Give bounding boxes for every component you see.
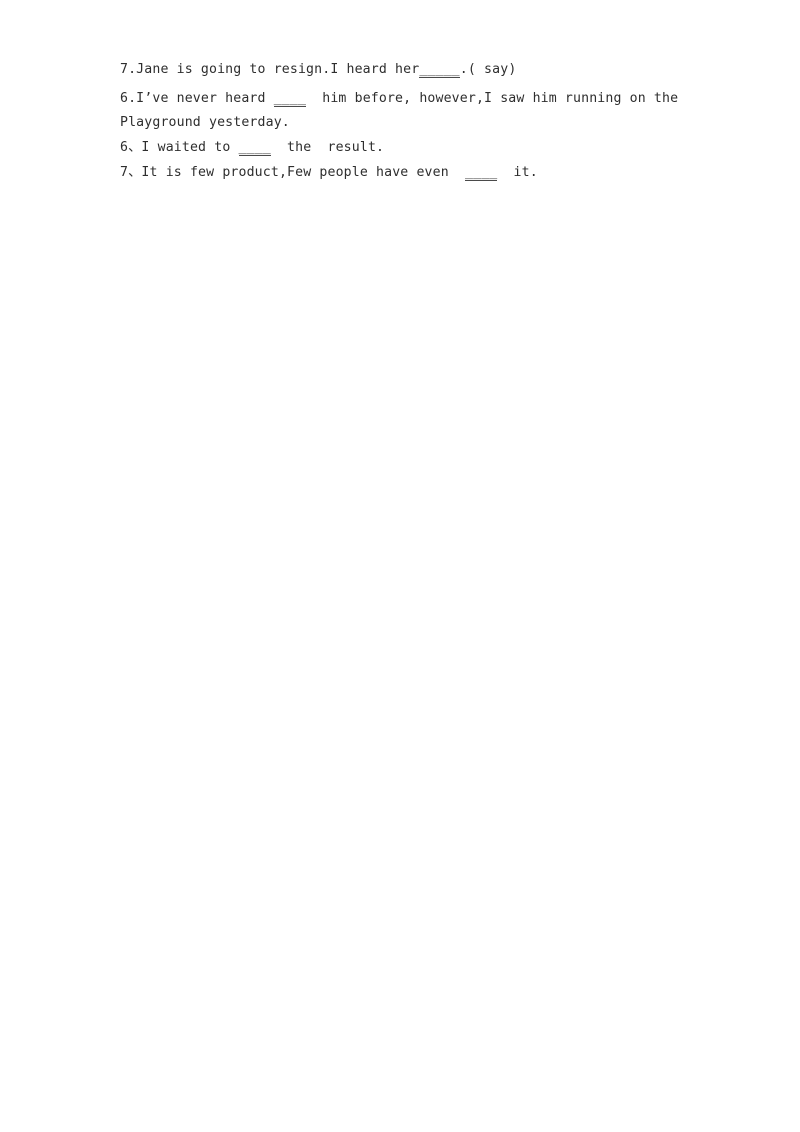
exercise-item-1: 7.Jane is going to resign.I heard her___… bbox=[120, 58, 700, 82]
exercise-4-text-before-blank: 7、It is few product,Few people have even bbox=[120, 165, 466, 180]
exercise-2-text-before-blank: 6.I’ve never heard bbox=[120, 91, 274, 106]
exercise-2-text-after-blank: him before, however,I saw him running on… bbox=[306, 91, 687, 106]
exercise-1-text-after-blank: .( say) bbox=[459, 62, 517, 77]
document-page: 7.Jane is going to resign.I heard her___… bbox=[0, 0, 800, 1132]
exercise-3-blank[interactable]: ____ bbox=[238, 141, 271, 156]
exercise-list: 7.Jane is going to resign.I heard her___… bbox=[120, 58, 700, 185]
exercise-item-2: 6.I’ve never heard ____ him before, howe… bbox=[120, 87, 700, 135]
exercise-4-blank[interactable]: ____ bbox=[465, 166, 498, 181]
exercise-3-text-before-blank: 6、I waited to bbox=[120, 140, 239, 155]
exercise-2-blank[interactable]: ____ bbox=[273, 92, 307, 107]
exercise-3-text-after-blank: the result. bbox=[270, 140, 385, 155]
exercise-4-text-after-blank: it. bbox=[497, 165, 538, 180]
exercise-item-3: 6、I waited to ____ the result. bbox=[120, 136, 700, 160]
exercise-item-4: 7、It is few product,Few people have even… bbox=[120, 161, 700, 185]
exercise-2-wrapped-line: Playground yesterday. bbox=[120, 115, 290, 130]
exercise-1-text-before-blank: 7.Jane is going to resign.I heard her bbox=[120, 62, 420, 77]
exercise-1-blank[interactable]: _____ bbox=[419, 63, 460, 78]
